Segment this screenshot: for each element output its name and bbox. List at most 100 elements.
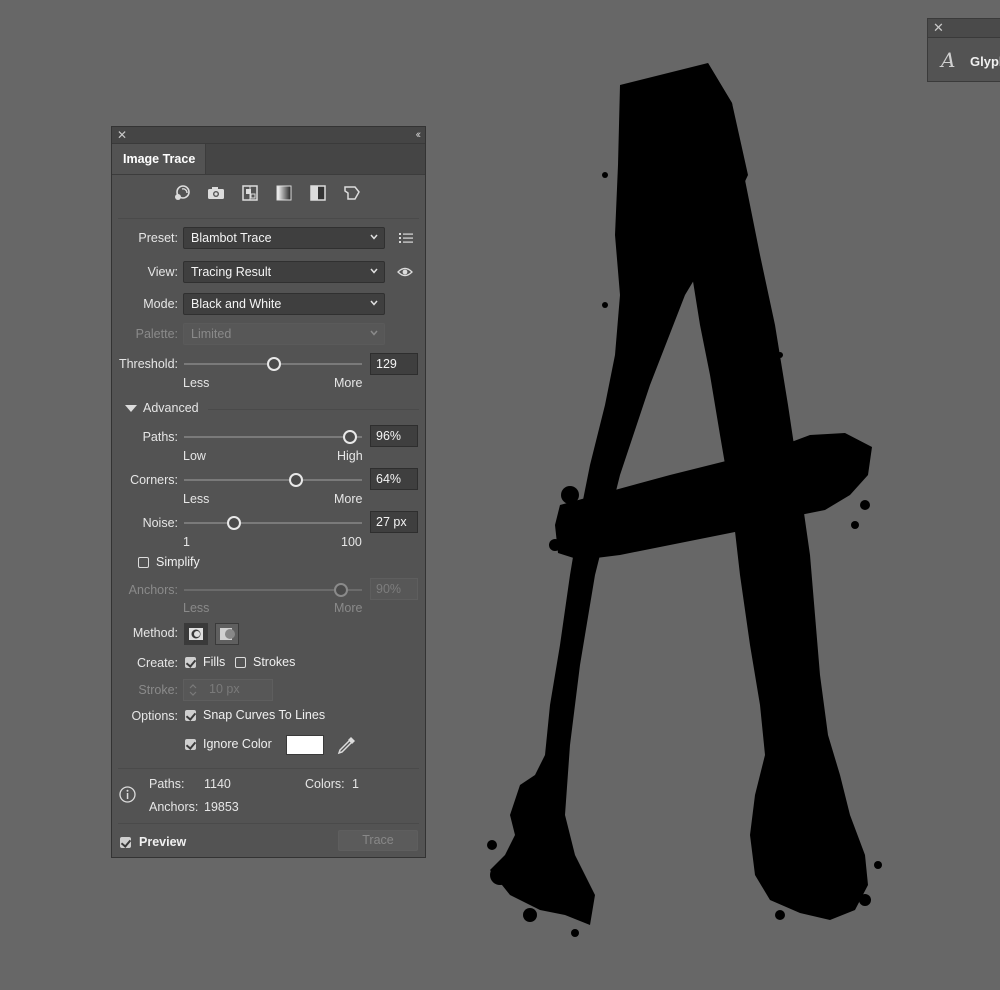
simplify-checkbox[interactable] [138,557,149,568]
trace-button[interactable]: Trace [338,830,418,851]
panel-tabbar: Image Trace [112,144,425,175]
ignore-color-checkbox[interactable] [185,739,196,750]
palette-dropdown: Limited [183,323,385,345]
anchors-stat-label: Anchors: [149,800,199,814]
palette-label: Palette: [135,327,178,341]
preview-checkbox[interactable] [120,837,131,848]
paths-stat-value: 1140 [204,777,231,791]
close-icon[interactable]: ✕ [117,127,127,143]
anchors-value-field: 90% [370,578,418,600]
create-label: Create: [137,656,178,670]
artwork-letter-a [487,63,882,937]
snap-curves-label[interactable]: Snap Curves To Lines [203,708,325,722]
anchors-min-label: Less [183,601,210,615]
view-value: Tracing Result [191,265,272,279]
ignore-color-swatch[interactable] [286,735,324,755]
fills-checkbox[interactable] [185,657,196,668]
noise-max-label: 100 [341,535,362,549]
view-dropdown[interactable]: Tracing Result [183,261,385,283]
paths-max-label: High [337,449,363,463]
tab-image-trace[interactable]: Image Trace [112,144,206,174]
stroke-value: 10 px [209,682,240,696]
eyedropper-icon[interactable] [337,735,357,755]
simplify-label[interactable]: Simplify [156,555,200,569]
preset-label: Preset: [138,231,178,245]
close-icon[interactable]: ✕ [933,19,944,37]
info-icon [119,786,136,803]
threshold-label: Threshold: [118,357,178,371]
anchors-max-label: More [334,601,363,615]
divider [118,768,419,769]
threshold-slider-knob[interactable] [267,357,281,371]
disclosure-triangle-icon[interactable] [125,405,137,412]
black-white-icon[interactable] [308,183,328,203]
chevron-down-icon [370,234,378,240]
eye-icon[interactable] [397,267,413,277]
advanced-toggle[interactable]: Advanced [143,401,199,415]
method-overlapping-button[interactable] [215,623,239,645]
corners-min-label: Less [183,492,210,506]
paths-min-label: Low [183,449,206,463]
glyphs-panel: ✕ [927,18,1000,82]
divider [118,218,419,219]
corners-slider-knob[interactable] [289,473,303,487]
paths-slider-knob[interactable] [343,430,357,444]
corners-label: Corners: [130,473,178,487]
stroke-label: Stroke: [138,683,178,697]
divider [118,823,419,824]
grayscale-icon[interactable] [274,183,294,203]
fills-label[interactable]: Fills [203,655,225,669]
stepper-arrows-icon [189,684,197,696]
noise-slider[interactable] [184,522,362,524]
paths-value-field[interactable]: 96% [370,425,418,447]
glyphs-panel-title[interactable]: Glyphs [970,54,1000,69]
manage-presets-icon[interactable] [399,232,413,244]
chevron-down-icon [370,330,378,336]
stroke-stepper: 10 px [183,679,273,701]
noise-label: Noise: [142,516,178,530]
low-color-icon[interactable] [240,183,260,203]
corners-slider[interactable] [184,479,362,481]
method-abutting-button[interactable] [184,623,208,645]
mode-value: Black and White [191,297,282,311]
high-color-icon[interactable] [206,183,226,203]
strokes-checkbox[interactable] [235,657,246,668]
threshold-min-label: Less [183,376,210,390]
paths-stat-label: Paths: [149,777,185,791]
noise-slider-knob[interactable] [227,516,241,530]
threshold-max-label: More [334,376,363,390]
collapse-icon[interactable]: ‹‹ [416,127,422,143]
image-trace-panel: ✕ ‹‹ Image Trace Preset: Blambot Trace V… [111,126,426,858]
method-label: Method: [132,626,178,640]
outline-icon[interactable] [342,183,362,203]
noise-value-field[interactable]: 27 px [370,511,418,533]
corners-value-field[interactable]: 64% [370,468,418,490]
anchors-slider-knob [334,583,348,597]
options-label: Options: [131,709,178,723]
chevron-down-icon [370,268,378,274]
auto-color-icon[interactable] [172,183,192,203]
preset-icons-row [172,183,362,203]
glyphs-panel-titlebar[interactable]: ✕ [928,19,1000,38]
colors-stat-value: 1 [352,777,359,791]
palette-value: Limited [191,327,232,341]
mode-dropdown[interactable]: Black and White [183,293,385,315]
threshold-value-field[interactable]: 129 [370,353,418,375]
strokes-label[interactable]: Strokes [253,655,295,669]
chevron-down-icon [370,300,378,306]
anchors-label: Anchors: [128,583,178,597]
preview-label[interactable]: Preview [139,835,186,849]
snap-curves-checkbox[interactable] [185,710,196,721]
corners-max-label: More [334,492,363,506]
view-label: View: [147,265,178,279]
preset-dropdown[interactable]: Blambot Trace [183,227,385,249]
preset-value: Blambot Trace [191,231,272,245]
ignore-color-label[interactable]: Ignore Color [203,737,272,751]
panel-titlebar[interactable]: ✕ ‹‹ [112,127,425,144]
mode-label: Mode: [143,297,178,311]
colors-stat-label: Colors: [305,777,345,791]
noise-min-label: 1 [183,535,190,549]
divider [208,409,419,410]
glyph-a-icon[interactable]: A [941,48,955,72]
paths-slider[interactable] [184,436,362,438]
